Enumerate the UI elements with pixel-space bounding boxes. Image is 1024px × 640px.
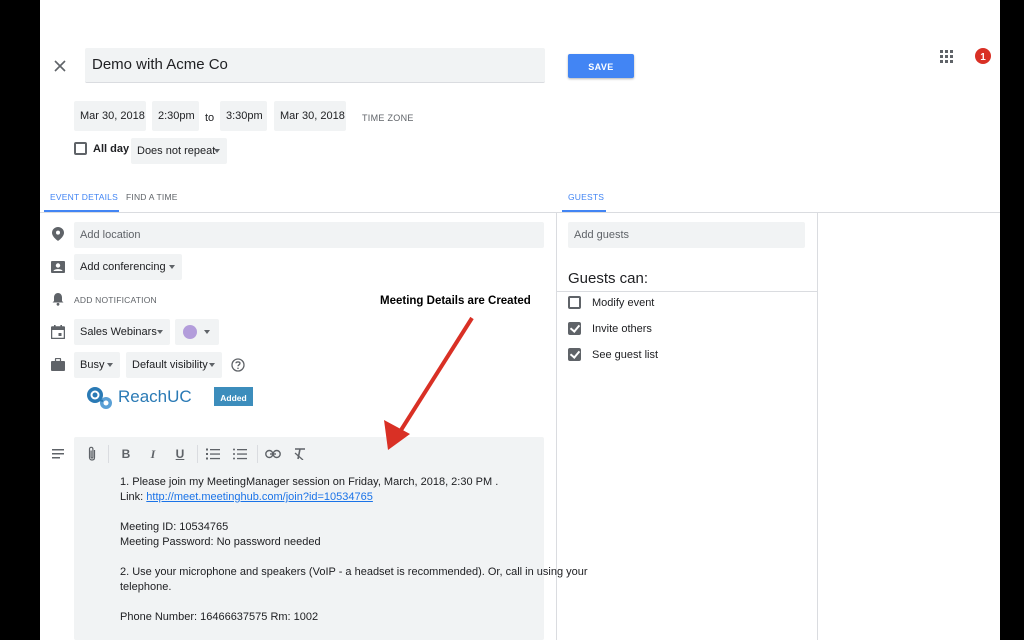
notification-badge[interactable]: 1 — [975, 48, 991, 64]
start-date-value: Mar 30, 2018 — [80, 110, 145, 122]
underline-icon[interactable]: U — [171, 445, 189, 463]
add-notification-link[interactable]: ADD NOTIFICATION — [74, 295, 157, 305]
add-guests-placeholder: Add guests — [574, 229, 630, 241]
event-title-text: Demo with Acme Co — [92, 56, 228, 73]
availability-value: Busy — [80, 359, 105, 371]
description-line: 2. Use your microphone and speakers (VoI… — [120, 566, 588, 578]
add-guests-input[interactable]: Add guests — [568, 222, 805, 248]
description-link-prefix: Link: — [120, 491, 147, 503]
reachuc-logo-text: ReachUC — [118, 387, 192, 406]
briefcase-icon — [51, 358, 65, 371]
close-icon[interactable] — [52, 58, 68, 74]
description-meeting-id: Meeting ID: 10534765 — [120, 521, 229, 533]
start-time-value: 2:30pm — [158, 110, 195, 122]
location-input[interactable]: Add location — [74, 222, 544, 248]
annotation-arrow — [384, 316, 474, 450]
description-icon — [52, 449, 64, 459]
calendar-value: Sales Webinars — [80, 326, 157, 338]
conferencing-icon — [51, 260, 65, 274]
tab-guests-label: GUESTS — [568, 192, 605, 202]
all-day-checkbox[interactable] — [74, 142, 87, 155]
start-time-field[interactable]: 2:30pm — [152, 101, 199, 131]
attachment-icon[interactable] — [83, 445, 101, 463]
tab-find-a-time-label: FIND A TIME — [126, 192, 178, 202]
toolbar-separator — [257, 445, 258, 463]
added-badge-label: Added — [220, 393, 247, 403]
calendar-icon — [51, 325, 65, 339]
invite-others-label: Invite others — [592, 323, 652, 335]
calendar-dropdown[interactable]: Sales Webinars — [74, 319, 170, 345]
event-color-dropdown[interactable] — [175, 319, 219, 345]
toolbar-separator — [108, 445, 109, 463]
italic-icon[interactable]: I — [144, 445, 162, 463]
notification-count: 1 — [980, 52, 986, 63]
see-guest-list-label: See guest list — [592, 349, 659, 361]
added-badge[interactable]: Added — [214, 387, 253, 406]
location-pin-icon — [52, 227, 64, 241]
description-line: telephone. — [120, 581, 172, 593]
tab-guests[interactable]: GUESTS — [562, 186, 606, 212]
location-placeholder: Add location — [80, 229, 141, 241]
time-zone-link[interactable]: TIME ZONE — [362, 113, 414, 123]
meeting-link[interactable]: http://meet.meetinghub.com/join?id=10534… — [146, 491, 373, 503]
invite-others-checkbox[interactable] — [568, 322, 581, 335]
description-link-line: Link: http://meet.meetinghub.com/join?id… — [120, 491, 373, 503]
description-line: 1. Please join my MeetingManager session… — [120, 476, 499, 488]
save-button[interactable]: SAVE — [568, 54, 634, 78]
description-meeting-password: Meeting Password: No password needed — [120, 536, 321, 548]
add-conferencing-label: Add conferencing — [80, 261, 166, 273]
end-time-value: 3:30pm — [226, 110, 263, 122]
help-icon[interactable] — [231, 358, 245, 372]
guests-panel-right-border — [817, 212, 818, 640]
add-conferencing-dropdown[interactable]: Add conferencing — [74, 254, 182, 280]
annotation-text: Meeting Details are Created — [380, 295, 531, 307]
chevron-down-icon — [169, 265, 175, 269]
tab-event-details[interactable]: EVENT DETAILS — [44, 186, 119, 212]
chevron-down-icon — [209, 363, 215, 367]
end-date-field[interactable]: Mar 30, 2018 — [274, 101, 346, 131]
event-title-input[interactable]: Demo with Acme Co — [85, 48, 545, 83]
chevron-down-icon — [214, 149, 220, 153]
event-color-swatch — [183, 325, 197, 339]
link-icon[interactable] — [264, 445, 282, 463]
description-phone: Phone Number: 16466637575 Rm: 1002 — [120, 611, 319, 623]
to-label: to — [205, 112, 215, 124]
guests-can-heading: Guests can: — [568, 270, 649, 287]
modify-event-label: Modify event — [592, 297, 655, 309]
tab-find-a-time[interactable]: FIND A TIME — [122, 186, 182, 212]
reachuc-logo-icon — [86, 385, 116, 411]
chevron-down-icon — [157, 330, 163, 334]
start-date-field[interactable]: Mar 30, 2018 — [74, 101, 146, 131]
repeat-dropdown[interactable]: Does not repeat — [131, 138, 227, 164]
availability-dropdown[interactable]: Busy — [74, 352, 120, 378]
bulleted-list-icon[interactable] — [231, 445, 249, 463]
clear-formatting-icon[interactable] — [291, 445, 309, 463]
bold-icon[interactable]: B — [117, 445, 135, 463]
visibility-dropdown[interactable]: Default visibility — [126, 352, 222, 378]
bell-icon — [52, 292, 64, 306]
chevron-down-icon — [107, 363, 113, 367]
chevron-down-icon — [204, 330, 210, 334]
toolbar-separator — [197, 445, 198, 463]
apps-grid-icon[interactable] — [940, 50, 954, 64]
numbered-list-icon[interactable] — [204, 445, 222, 463]
tabs-divider — [40, 212, 1000, 213]
modify-event-checkbox[interactable] — [568, 296, 581, 309]
all-day-label: All day — [93, 143, 130, 155]
end-date-value: Mar 30, 2018 — [280, 110, 345, 122]
guests-heading-divider — [557, 291, 817, 292]
see-guest-list-checkbox[interactable] — [568, 348, 581, 361]
tab-event-details-label: EVENT DETAILS — [50, 192, 118, 202]
event-editor-page: Demo with Acme Co SAVE 1 Mar 30, 2018 2:… — [40, 0, 1000, 640]
repeat-value: Does not repeat — [137, 145, 216, 157]
end-time-field[interactable]: 3:30pm — [220, 101, 267, 131]
save-button-label: SAVE — [588, 62, 614, 72]
visibility-value: Default visibility — [132, 359, 208, 371]
